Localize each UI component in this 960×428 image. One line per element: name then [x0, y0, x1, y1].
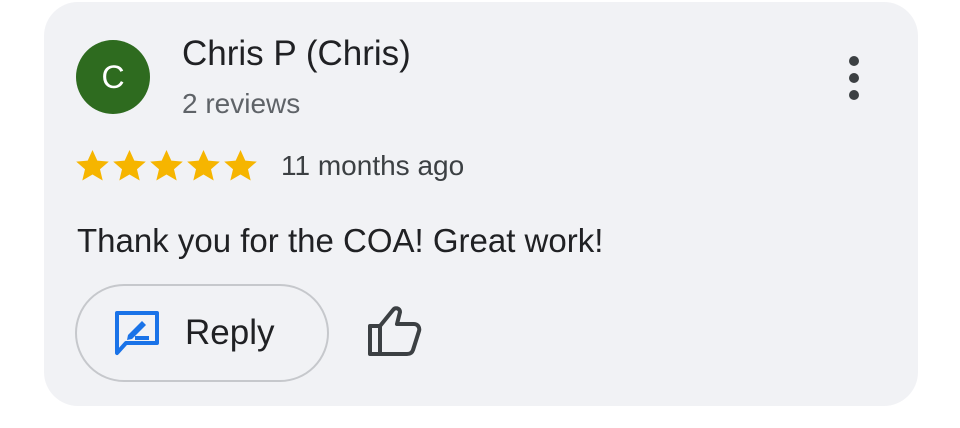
avatar-letter: C: [101, 58, 125, 95]
reply-label: Reply: [185, 313, 275, 352]
like-button[interactable]: [366, 304, 422, 358]
more-vertical-icon-dot: [849, 90, 859, 100]
more-vertical-icon-dot: [849, 73, 859, 83]
rate-review-icon: [115, 311, 159, 355]
review-text: Thank you for the COA! Great work!: [77, 222, 604, 259]
star-icon: [76, 150, 109, 181]
review-card: C Chris P (Chris) 2 reviews 11 months ag…: [44, 2, 918, 406]
star-icon: [224, 150, 257, 181]
star-icon: [113, 150, 146, 181]
review-date: 11 months ago: [281, 150, 465, 181]
more-vertical-icon: [849, 56, 859, 66]
star-icon: [187, 150, 220, 181]
avatar[interactable]: C: [76, 40, 150, 114]
star-rating: [74, 146, 259, 186]
thumb-up-outline-icon: [368, 306, 422, 356]
more-options-button[interactable]: [836, 54, 872, 102]
review-count: 2 reviews: [182, 88, 301, 119]
author-name[interactable]: Chris P (Chris): [182, 34, 411, 74]
star-icon: [150, 150, 183, 181]
rating-row: 11 months ago: [74, 146, 464, 186]
reply-button[interactable]: Reply: [75, 284, 329, 382]
